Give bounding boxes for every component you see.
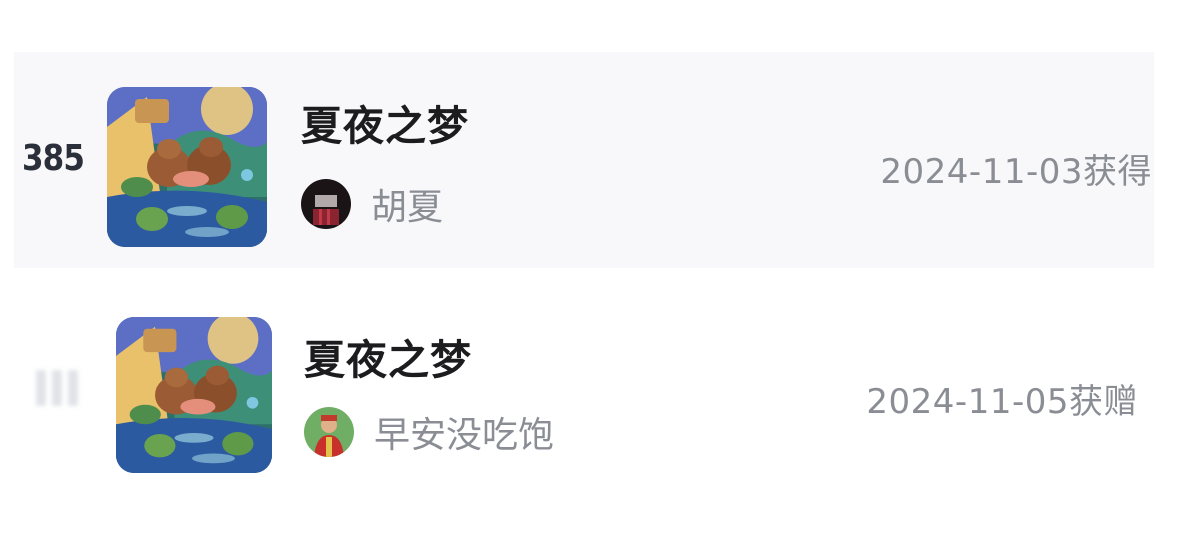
user-avatar-green-icon[interactable] — [304, 407, 354, 457]
list-item[interactable]: 385 夏夜之梦 胡夏 2024-11-03获得 — [14, 52, 1154, 268]
rank-number-blurred — [36, 370, 102, 406]
owner-name: 早安没吃饱 — [374, 415, 555, 456]
item-title: 夏夜之梦 — [304, 336, 472, 384]
acquired-date: 2024-11-03获得 — [880, 152, 1152, 192]
owner-info[interactable]: 早安没吃饱 — [304, 406, 554, 458]
acquired-date: 2024-11-05获赠 — [866, 382, 1138, 422]
summer-night-dream-cover-icon[interactable] — [116, 317, 272, 473]
owner-info[interactable]: 胡夏 — [301, 178, 443, 230]
summer-night-dream-cover-icon[interactable] — [107, 87, 267, 247]
collection-list: 385 夏夜之梦 胡夏 2024-11-03获得 夏夜之梦 早安没吃饱 2024… — [0, 0, 1179, 548]
item-title: 夏夜之梦 — [301, 102, 469, 150]
owner-name: 胡夏 — [371, 187, 444, 228]
user-avatar-dark-icon[interactable] — [301, 179, 351, 229]
rank-number: 385 — [22, 138, 85, 179]
list-item[interactable]: 夏夜之梦 早安没吃饱 2024-11-05获赠 — [14, 290, 1154, 506]
